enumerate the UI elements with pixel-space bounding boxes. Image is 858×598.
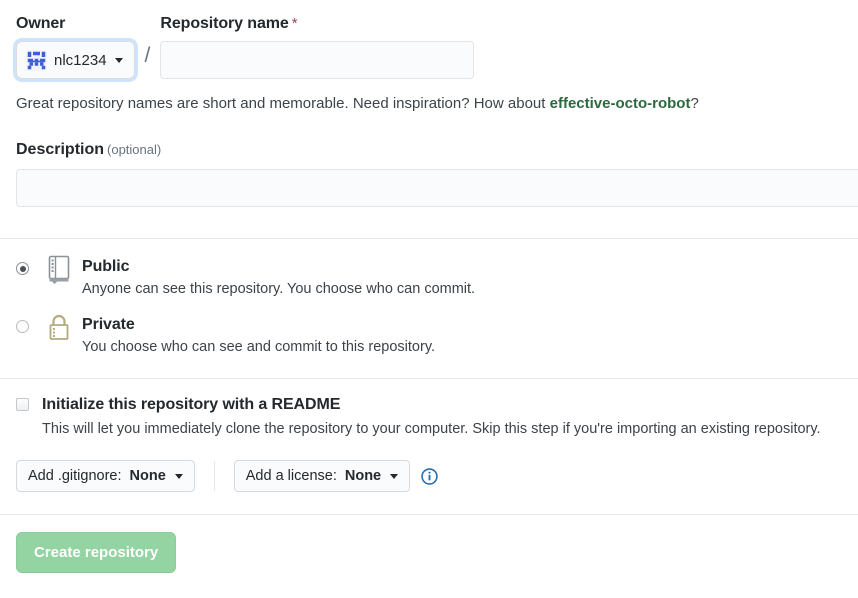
create-repository-button[interactable]: Create repository <box>16 532 177 573</box>
description-input[interactable] <box>16 169 858 207</box>
repository-name-label: Repository name * <box>160 14 474 34</box>
readme-description: This will let you immediately clone the … <box>42 421 821 437</box>
gitignore-value: None <box>129 468 166 484</box>
hint-text-after: ? <box>690 95 699 112</box>
owner-repo-separator: / <box>144 44 151 67</box>
readme-row[interactable]: Initialize this repository with a README <box>16 394 842 415</box>
owner-select-button[interactable]: nlc1234 <box>16 41 135 79</box>
lock-icon <box>49 314 69 340</box>
repository-name-input[interactable] <box>160 41 475 79</box>
identicon-avatar <box>26 49 47 71</box>
repo-book-icon <box>48 255 70 285</box>
template-options-row: Add .gitignore: None Add a license: None <box>16 439 842 492</box>
suggested-name-link[interactable]: effective-octo-robot <box>550 95 691 112</box>
chevron-down-icon <box>174 473 183 479</box>
owner-label: Owner <box>16 15 66 32</box>
chevron-down-icon <box>114 57 123 63</box>
chevron-down-icon <box>390 473 399 479</box>
private-text-block: Private You choose who can see and commi… <box>82 313 435 357</box>
owner-field: Owner nlc1234 <box>16 14 135 79</box>
initialize-readme-section: Initialize this repository with a README… <box>16 379 842 439</box>
hint-text-before: Great repository names are short and mem… <box>16 95 550 112</box>
repository-name-field: Repository name * <box>160 14 475 79</box>
description-label-text: Description <box>16 141 105 158</box>
create-repository-form: Owner nlc1234 / Repository name * Great … <box>0 0 858 598</box>
license-value: None <box>344 468 382 484</box>
readme-checkbox[interactable] <box>16 398 29 411</box>
owner-name-text: nlc1234 <box>54 51 107 69</box>
public-radio[interactable] <box>16 262 29 275</box>
info-circle-icon[interactable] <box>421 467 438 485</box>
readme-title: Initialize this repository with a README <box>42 396 341 413</box>
gitignore-prefix: Add .gitignore: <box>28 468 122 484</box>
visibility-option-public[interactable]: Public Anyone can see this repository. Y… <box>16 255 842 299</box>
public-title: Public <box>82 258 130 275</box>
required-asterisk: * <box>291 15 298 32</box>
repository-name-label-text: Repository name <box>160 15 289 32</box>
visibility-option-private[interactable]: Private You choose who can see and commi… <box>16 313 842 357</box>
private-description: You choose who can see and commit to thi… <box>82 339 436 355</box>
gitignore-select-button[interactable]: Add .gitignore: None <box>16 460 195 492</box>
repository-name-row: Owner nlc1234 / Repository name * <box>16 0 842 79</box>
public-description: Anyone can see this repository. You choo… <box>82 281 476 297</box>
description-label: Description (optional) <box>16 140 842 160</box>
visibility-options: Public Anyone can see this repository. Y… <box>16 239 842 357</box>
license-prefix: Add a license: <box>245 468 337 484</box>
submit-section: Create repository <box>16 515 842 573</box>
description-field: Description (optional) <box>16 140 858 207</box>
public-text-block: Public Anyone can see this repository. Y… <box>82 255 475 299</box>
options-separator <box>213 461 215 491</box>
private-radio[interactable] <box>16 320 29 333</box>
description-optional-note: (optional) <box>107 142 162 157</box>
repository-name-hint: Great repository names are short and mem… <box>16 94 842 114</box>
private-title: Private <box>82 316 135 333</box>
license-select-button[interactable]: Add a license: None <box>233 460 411 492</box>
